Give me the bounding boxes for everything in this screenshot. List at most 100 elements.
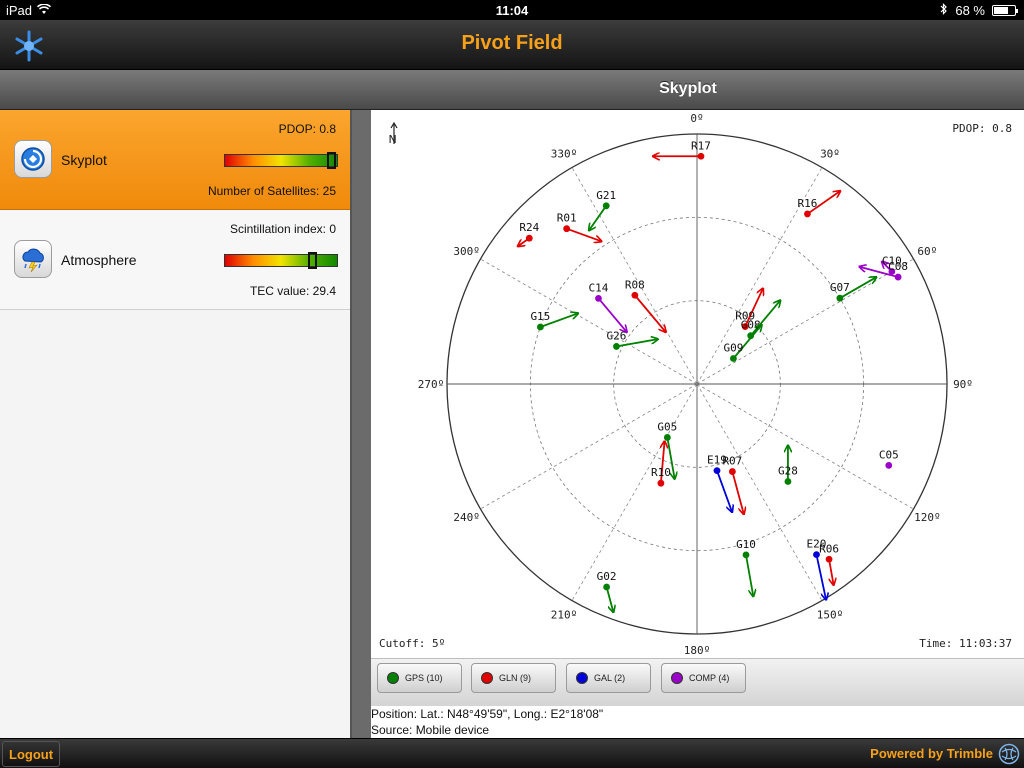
sidebar-item-skyplot[interactable]: PDOP: 0.8 Skyplot Number of Satellites: … <box>0 110 350 210</box>
satellite-dot <box>728 468 736 475</box>
satellite-dot <box>563 225 571 233</box>
satellite-r07[interactable]: R07 <box>722 455 743 515</box>
satellite-track <box>589 205 607 231</box>
powered-by-text: Powered by Trimble <box>870 746 993 761</box>
satellite-label: R16 <box>798 197 818 210</box>
satellite-c14[interactable]: C14 <box>589 281 627 332</box>
satellite-dot <box>713 467 721 475</box>
satellite-dot <box>631 291 639 299</box>
scintillation-gauge <box>224 252 338 269</box>
satellite-label: C05 <box>879 448 899 461</box>
app-title: Pivot Field <box>461 32 563 54</box>
gauge-marker <box>327 152 337 169</box>
azimuth-spoke <box>696 258 914 385</box>
position-info: Position: Lat.: N48°49'59", Long.: E2°18… <box>371 706 1024 738</box>
satellite-r08[interactable]: R08 <box>625 278 666 332</box>
skyplot-grid <box>446 133 948 635</box>
pdop-gauge <box>224 152 338 169</box>
gln-filter-button[interactable]: GLN (9) <box>471 663 556 693</box>
satellite-label: R08 <box>625 278 645 291</box>
satellite-label: R06 <box>819 542 839 555</box>
legend-label: GAL (2) <box>594 673 626 683</box>
satellite-g21[interactable]: G21 <box>589 189 616 231</box>
satellite-label: G07 <box>830 281 850 294</box>
satellite-r10[interactable]: R10 <box>651 441 671 487</box>
satellite-dot <box>595 294 602 302</box>
satellite-g07[interactable]: G07 <box>830 277 876 302</box>
satellite-dot <box>730 355 737 362</box>
cutoff-readout: Cutoff: 5º <box>379 637 446 650</box>
skyplot: 0º 30º 60º 90º 120º 150º 180º 210º 240º 270º 300º 3… <box>371 110 1024 658</box>
azimuth-label: 150º <box>817 608 844 621</box>
satellite-label: G21 <box>596 189 616 202</box>
azimuth-spoke <box>480 258 698 385</box>
svg-text:N: N <box>389 133 397 146</box>
azimuth-label: 180º <box>684 644 711 657</box>
azimuth-label: 300º <box>453 245 480 258</box>
comp-filter-button[interactable]: COMP (4) <box>661 663 746 693</box>
satellite-r24[interactable]: R24 <box>518 221 540 246</box>
satellite-g15[interactable]: G15 <box>530 310 578 331</box>
satellite-track <box>745 554 753 596</box>
satellite-label: R10 <box>651 466 671 479</box>
satellite-r01[interactable]: R01 <box>557 212 602 242</box>
gps-filter-button[interactable]: GPS (10) <box>377 663 462 693</box>
sidebar-item-atmosphere[interactable]: Scintillation index: 0 Atmosphere TEC va… <box>0 210 350 310</box>
satellite-dot <box>742 551 750 559</box>
gal-filter-button[interactable]: GAL (2) <box>566 663 651 693</box>
pdop-readout: PDOP: 0.8 <box>952 122 1012 135</box>
satellite-g28[interactable]: G28 <box>778 446 798 485</box>
azimuth-spoke <box>571 383 698 601</box>
sidebar-item-label: Atmosphere <box>61 252 137 268</box>
azimuth-label: 330º <box>551 148 578 161</box>
satellite-dot <box>825 555 833 563</box>
satellite-g02[interactable]: G02 <box>597 570 617 612</box>
satellite-dot <box>613 343 620 350</box>
north-arrow-icon: N <box>387 121 401 149</box>
satellite-label: R17 <box>691 139 711 152</box>
satellite-count-stat: Number of Satellites: 25 <box>207 184 336 198</box>
satellite-dot <box>804 210 811 218</box>
azimuth-spoke <box>571 167 698 385</box>
logout-button[interactable]: Logout <box>2 741 61 767</box>
satellite-track <box>605 586 614 612</box>
azimuth-label: 90º <box>953 378 973 391</box>
satellite-dot <box>697 152 705 160</box>
satellite-label: G05 <box>657 420 677 433</box>
satellite-c05[interactable]: C05 <box>879 448 899 469</box>
satellite-r17[interactable]: R17 <box>653 139 711 159</box>
azimuth-spoke <box>696 383 823 601</box>
azimuth-spoke <box>696 383 914 510</box>
legend-label: GPS (10) <box>405 673 443 683</box>
satellite-track <box>716 470 732 512</box>
satellite-dot <box>784 478 792 485</box>
sidebar: PDOP: 0.8 Skyplot Number of Satellites: … <box>0 110 352 738</box>
trimble-logo-icon[interactable] <box>998 743 1020 765</box>
legend-label: GLN (9) <box>499 673 532 683</box>
bluetooth-icon <box>940 3 948 18</box>
satellite-dot <box>657 479 665 487</box>
skyplot-canvas: 0º 30º 60º 90º 120º 150º 180º 210º 240º 270º 300º 3… <box>418 112 973 657</box>
comp-dot-icon <box>671 672 683 684</box>
satellite-g08[interactable]: G08 <box>741 300 781 340</box>
satellite-label: C08 <box>888 260 908 273</box>
satellite-dot <box>885 462 893 469</box>
satellite-track <box>597 297 626 332</box>
main-panel: 0º 30º 60º 90º 120º 150º 180º 210º 240º 270º 300º 3… <box>371 110 1024 738</box>
gauge-marker <box>307 252 317 269</box>
satellite-label: C14 <box>589 281 609 294</box>
satellite-dot <box>525 234 533 242</box>
satellite-dot <box>602 202 610 210</box>
satellite-r16[interactable]: R16 <box>798 191 841 218</box>
time-readout: Time: 11:03:37 <box>919 637 1012 650</box>
battery-percent: 68 % <box>955 3 985 18</box>
title-bar: Pivot Field <box>0 20 1024 70</box>
constellation-legend: GPS (10) GLN (9) GAL (2) COMP (4) <box>371 658 1024 706</box>
gps-dot-icon <box>387 672 399 684</box>
gln-dot-icon <box>481 672 493 684</box>
pdop-stat: PDOP: 0.8 <box>278 122 336 136</box>
satellite-layer: R17G21R01R24R16C10C08G07C14 R08G15G26R09G… <box>518 139 908 612</box>
sidebar-item-label: Skyplot <box>61 152 107 168</box>
satellite-dot <box>663 434 671 441</box>
satellite-g10[interactable]: G10 <box>736 538 756 596</box>
